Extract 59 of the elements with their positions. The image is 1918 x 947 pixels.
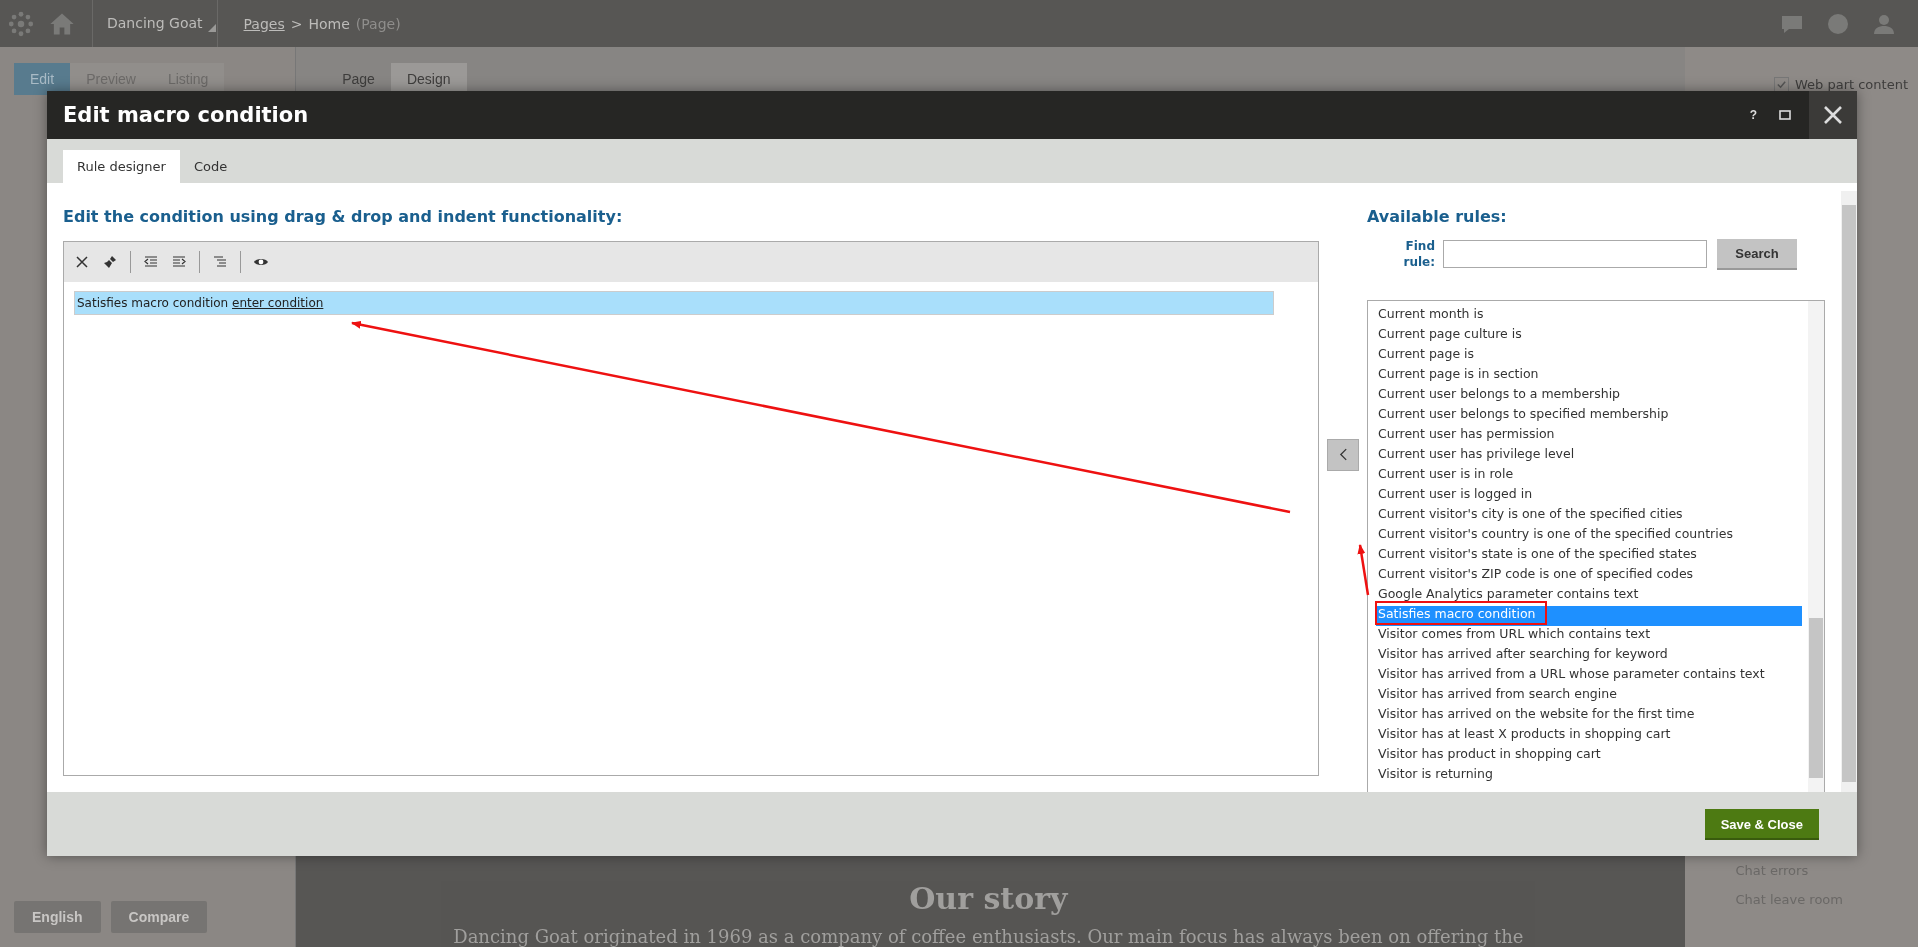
rule-item[interactable]: Visitor has arrived from a URL whose parameter contains text — [1376, 666, 1802, 686]
breadcrumb-current: Home — [308, 15, 350, 32]
rule-item[interactable]: Current user has permission — [1376, 426, 1802, 446]
scrollbar[interactable] — [1808, 301, 1824, 792]
outdent-icon[interactable] — [143, 254, 159, 270]
rule-item[interactable]: Visitor has product in shopping cart — [1376, 746, 1802, 766]
dialog-title: Edit macro condition — [63, 103, 309, 127]
enter-condition-link[interactable]: enter condition — [232, 296, 324, 310]
add-rule-button[interactable] — [1327, 438, 1359, 471]
rule-item[interactable]: Google Analytics parameter contains text — [1376, 586, 1802, 606]
rule-item[interactable]: Current page is in section — [1376, 366, 1802, 386]
breadcrumb-separator: > — [290, 15, 303, 32]
rule-item[interactable]: Current month is — [1376, 306, 1802, 326]
dialog-tab[interactable]: Code — [179, 150, 242, 183]
rule-item[interactable]: Current page culture is — [1376, 326, 1802, 346]
rule-item[interactable]: Current user belongs to specified membership — [1376, 406, 1802, 426]
page-type: (Page) — [355, 15, 401, 32]
editor-heading: Edit the condition using drag & drop and indent functionality: — [63, 207, 624, 228]
checkmark-icon — [1775, 79, 1787, 90]
align-icon[interactable] — [212, 254, 228, 270]
checkbox-label: Web part content — [1794, 77, 1908, 92]
page-heading: Our story — [908, 881, 1070, 916]
close-button[interactable] — [1809, 91, 1857, 139]
page-paragraph: Dancing Goat originated in 1969 as a company of coffee enthusiasts. Our main focus has always been on offering the — [453, 926, 1524, 947]
breadcrumb-link[interactable]: Pages — [243, 15, 285, 32]
rule-item[interactable]: Current visitor's ZIP code is one of specified codes — [1376, 566, 1802, 586]
annotation-arrow — [1357, 544, 1370, 596]
find-rule-label: Find rule: — [1402, 238, 1435, 270]
rule-item[interactable]: Visitor has arrived on the website for the first time — [1376, 706, 1802, 726]
close-icon — [1823, 105, 1843, 125]
save-close-button[interactable]: Save & Close — [1704, 808, 1819, 840]
logo-icon[interactable] — [8, 10, 34, 37]
dialog-tab[interactable]: Rule designer — [63, 150, 180, 183]
condition-row[interactable]: Satisfies macro condition enter condition — [74, 291, 1274, 315]
condition-text: Satisfies macro condition — [77, 296, 229, 310]
rule-item[interactable]: Current page is — [1376, 346, 1802, 366]
rules-heading: Available rules: — [1367, 207, 1508, 226]
rule-item[interactable]: Current user is logged in — [1376, 486, 1802, 506]
find-rule-field[interactable] — [1443, 240, 1707, 268]
rule-item[interactable]: Current user belongs to a membership — [1376, 386, 1802, 406]
rule-item[interactable]: Visitor has arrived from search engine — [1376, 686, 1802, 706]
chevron-left-icon — [1338, 448, 1348, 461]
search-button[interactable]: Search — [1717, 238, 1797, 270]
rule-item[interactable]: Visitor is returning — [1376, 766, 1802, 786]
rule-item[interactable]: Current visitor's state is one of the specified states — [1376, 546, 1802, 566]
rule-item[interactable]: Visitor comes from URL which contains text — [1376, 626, 1802, 646]
scrollbar[interactable] — [1841, 191, 1857, 792]
brush-icon[interactable] — [102, 254, 118, 270]
delete-icon[interactable] — [74, 254, 90, 270]
rule-item[interactable]: Current user is in role — [1376, 466, 1802, 486]
caret-icon[interactable] — [207, 23, 216, 32]
rule-item[interactable]: Current visitor's city is one of the specified cities — [1376, 506, 1802, 526]
maximize-icon[interactable] — [1779, 110, 1791, 120]
rule-item[interactable]: Current visitor's country is one of the specified countries — [1376, 526, 1802, 546]
rule-item[interactable]: Visitor has arrived after searching for keyword — [1376, 646, 1802, 666]
rule-item[interactable]: Current user has privilege level — [1376, 446, 1802, 466]
rule-item[interactable]: Visitor has at least X products in shopping cart — [1376, 726, 1802, 746]
indent-icon[interactable] — [171, 254, 187, 270]
help-button[interactable]: ? — [1743, 107, 1763, 123]
